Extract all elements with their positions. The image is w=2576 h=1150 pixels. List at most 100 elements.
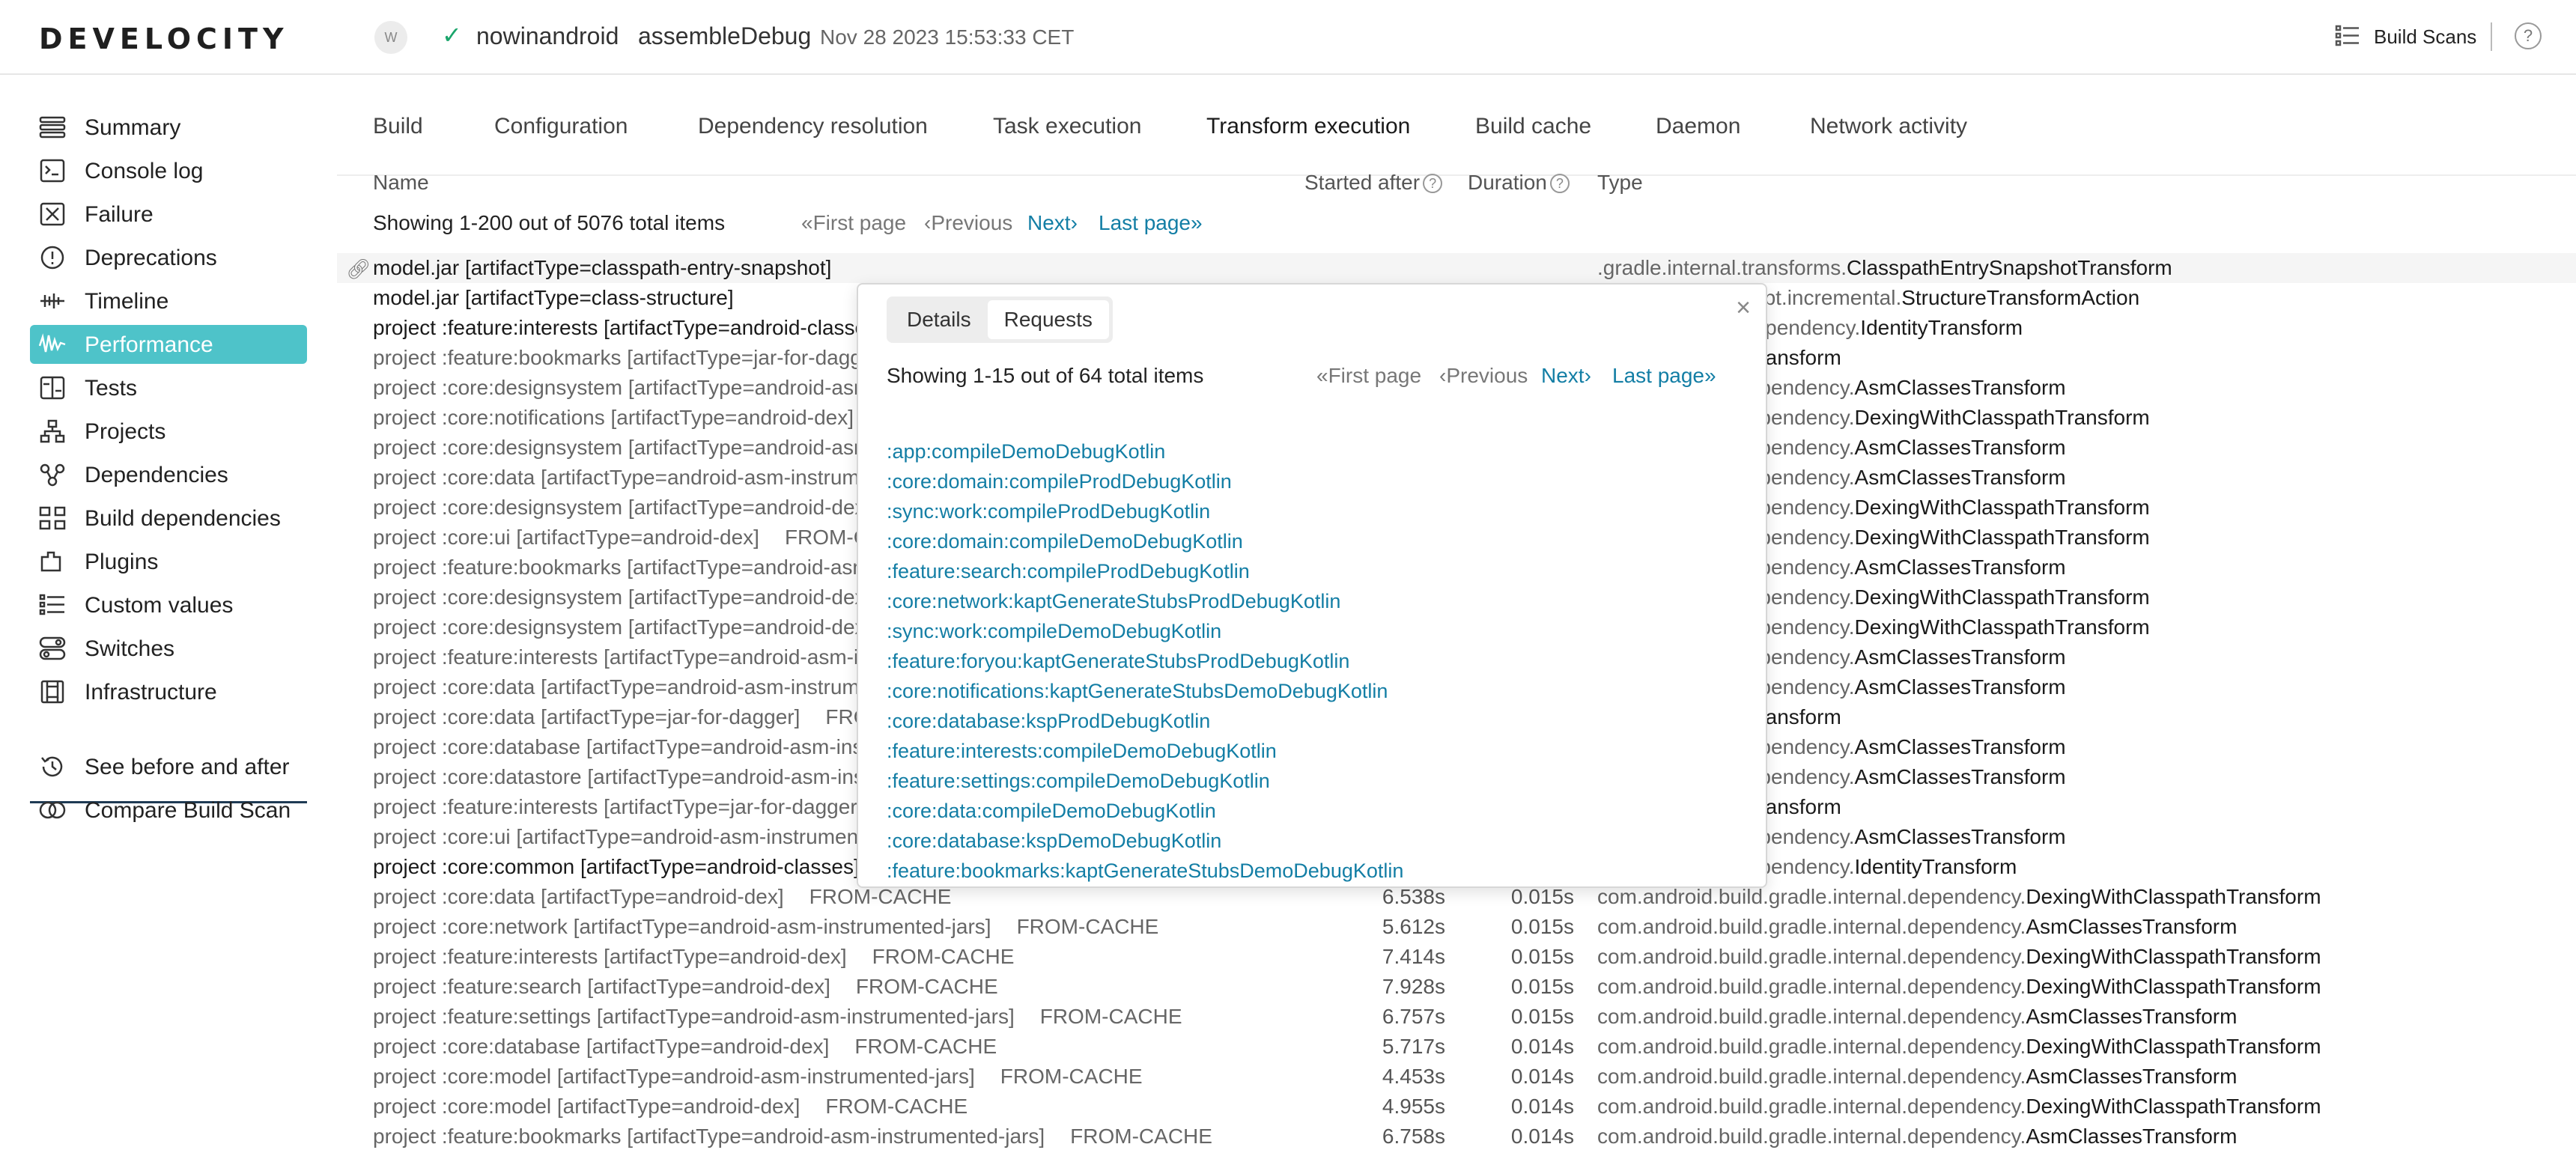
transform-name[interactable]: project :core:model [artifactType=androi… (373, 1095, 967, 1119)
compare-icon (39, 801, 66, 819)
transform-name[interactable]: project :core:designsystem [artifactType… (373, 615, 871, 639)
column-header-started-after[interactable]: Started after? (1304, 171, 1443, 195)
transform-name[interactable]: model.jar [artifactType=class-structure] (373, 286, 734, 310)
last-page-link[interactable]: Last page» (1099, 211, 1203, 235)
transform-name[interactable]: project :feature:bookmarks [artifactType… (373, 346, 887, 370)
transform-name[interactable]: project :core:notifications [artifactTyp… (373, 406, 854, 430)
sidebar-item-console-log[interactable]: Console log (30, 151, 307, 190)
sidebar-item-failure[interactable]: Failure (30, 195, 307, 234)
close-icon[interactable]: × (1736, 293, 1751, 323)
sidebar-item-label: Switches (85, 636, 175, 661)
transform-name[interactable]: project :feature:bookmarks [artifactType… (373, 1125, 1212, 1149)
tab-dependency-resolution[interactable]: Dependency resolution (698, 114, 928, 139)
tab-requests[interactable]: Requests (987, 300, 1109, 339)
table-row[interactable]: project :core:network [artifactType=andr… (337, 912, 2576, 942)
help-icon[interactable]: ? (2515, 22, 2542, 49)
transform-type-class: IdentityTransform (1860, 316, 2023, 339)
transform-name[interactable]: project :core:ui [artifactType=android-d… (373, 526, 927, 550)
sidebar-item-plugins[interactable]: Plugins (30, 542, 307, 581)
help-icon[interactable]: ? (1423, 174, 1443, 193)
transform-type-class: AsmClassesTransform (1854, 765, 2066, 788)
build-scans-list-icon[interactable] (2335, 24, 2360, 48)
table-row[interactable]: 🔗︎ model.jar [artifactType=classpath-entr… (337, 253, 2576, 283)
duration-value: 0.014s (1510, 1095, 1574, 1118)
request-task-link[interactable]: :feature:settings:compileDemoDebugKotlin (887, 770, 1270, 793)
tab-task-execution[interactable]: Task execution (993, 114, 1141, 139)
transform-name[interactable]: project :feature:interests [artifactType… (373, 795, 863, 819)
transform-name[interactable]: project :core:data [artifactType=android… (373, 885, 951, 909)
tab-transform-execution[interactable]: Transform execution (1206, 114, 1410, 139)
table-row[interactable]: project :feature:interests [artifactType… (337, 942, 2576, 972)
sidebar-item-build-dependencies[interactable]: Build dependencies (30, 499, 307, 538)
tab-build-cache[interactable]: Build cache (1475, 114, 1591, 139)
table-row[interactable]: project :core:database [artifactType=and… (337, 1032, 2576, 1062)
transform-type-class: DexingWithClasspathTransform (2026, 975, 2321, 998)
tab-daemon[interactable]: Daemon (1656, 114, 1740, 139)
sidebar-item-switches[interactable]: Switches (30, 629, 307, 668)
transform-name[interactable]: project :core:model [artifactType=androi… (373, 1065, 1143, 1089)
sidebar-item-timeline[interactable]: Timeline (30, 282, 307, 320)
column-header-type[interactable]: Type (1597, 171, 1643, 195)
tab-details[interactable]: Details (890, 300, 988, 339)
table-row[interactable]: project :feature:search [artifactType=an… (337, 972, 2576, 1002)
develocity-logo[interactable]: DEVELOCITY (39, 22, 289, 55)
transform-outcome: FROM-CACHE (855, 975, 998, 998)
column-header-name[interactable]: Name (373, 171, 429, 195)
build-scans-link[interactable]: Build Scans (2374, 25, 2476, 49)
request-task-link[interactable]: :feature:foryou:kaptGenerateStubsProdDeb… (887, 650, 1349, 673)
transform-name[interactable]: model.jar [artifactType=classpath-entry-… (373, 256, 831, 280)
sidebar-item-summary[interactable]: Summary (30, 108, 307, 147)
sidebar-item-custom-values[interactable]: Custom values (30, 585, 307, 624)
transform-outcome: FROM-CACHE (1039, 1005, 1182, 1028)
sidebar-item-performance[interactable]: Performance (30, 325, 307, 364)
sidebar-item-projects[interactable]: Projects (30, 412, 307, 451)
transform-name[interactable]: project :feature:search [artifactType=an… (373, 975, 998, 999)
table-row[interactable]: project :feature:bookmarks [artifactType… (337, 1122, 2576, 1150)
table-row[interactable]: project :core:model [artifactType=androi… (337, 1062, 2576, 1092)
next-page-link[interactable]: Next› (1027, 211, 1078, 235)
request-task-link[interactable]: :sync:work:compileDemoDebugKotlin (887, 620, 1221, 643)
popover-last-page-link[interactable]: Last page» (1612, 364, 1716, 388)
transform-name[interactable]: project :core:network [artifactType=andr… (373, 915, 1158, 939)
request-task-link[interactable]: :core:database:kspProdDebugKotlin (887, 710, 1210, 733)
request-task-link[interactable]: :sync:work:compileProdDebugKotlin (887, 500, 1210, 523)
sidebar-item-compare-build-scan[interactable]: Compare Build Scan (30, 791, 307, 830)
transform-name[interactable]: project :core:designsystem [artifactType… (373, 585, 871, 609)
request-task-link[interactable]: :app:compileDemoDebugKotlin (887, 440, 1165, 463)
request-task-link[interactable]: :feature:bookmarks:kaptGenerateStubsDemo… (887, 860, 1403, 883)
transform-name[interactable]: project :feature:interests [artifactType… (373, 945, 1014, 969)
transform-type-class: DexingWithClasspathTransform (2026, 945, 2321, 968)
request-task-link[interactable]: :core:notifications:kaptGenerateStubsDem… (887, 680, 1388, 703)
transform-name[interactable]: project :core:designsystem [artifactType… (373, 496, 871, 520)
sidebar-item-tests[interactable]: Tests (30, 368, 307, 407)
transform-name[interactable]: project :feature:interests [artifactType… (373, 316, 883, 340)
help-icon[interactable]: ? (1549, 174, 1570, 193)
dependencies-icon (40, 463, 65, 487)
sidebar-item-infrastructure[interactable]: Infrastructure (30, 672, 307, 711)
column-header-duration[interactable]: Duration? (1468, 171, 1570, 195)
table-row[interactable]: project :feature:settings [artifactType=… (337, 1002, 2576, 1032)
tab-build[interactable]: Build (373, 114, 423, 139)
transform-name[interactable]: project :core:common [artifactType=andro… (373, 855, 860, 879)
popover-next-page-link[interactable]: Next› (1541, 364, 1591, 388)
request-task-link[interactable]: :core:database:kspDemoDebugKotlin (887, 830, 1221, 853)
request-task-link[interactable]: :feature:interests:compileDemoDebugKotli… (887, 740, 1277, 763)
sidebar-item-dependencies[interactable]: Dependencies (30, 455, 307, 494)
table-row[interactable]: project :core:model [artifactType=androi… (337, 1092, 2576, 1122)
request-task-link[interactable]: :feature:search:compileProdDebugKotlin (887, 560, 1250, 583)
request-task-link[interactable]: :core:domain:compileDemoDebugKotlin (887, 530, 1243, 553)
request-task-link[interactable]: :core:network:kaptGenerateStubsProdDebug… (887, 590, 1340, 613)
link-icon[interactable]: 🔗︎ (346, 258, 371, 281)
transform-name[interactable]: project :core:ui [artifactType=android-a… (373, 825, 934, 849)
transform-name-text: project :core:model [artifactType=androi… (373, 1095, 801, 1118)
tab-configuration[interactable]: Configuration (494, 114, 628, 139)
started-after-value: 7.414s (1382, 945, 1445, 968)
request-task-link[interactable]: :core:domain:compileProdDebugKotlin (887, 470, 1232, 493)
sidebar-item-deprecations[interactable]: Deprecations (30, 238, 307, 277)
request-task-link[interactable]: :core:data:compileDemoDebugKotlin (887, 800, 1216, 823)
transform-name[interactable]: project :core:database [artifactType=and… (373, 1035, 997, 1059)
tab-network-activity[interactable]: Network activity (1810, 114, 1967, 139)
sidebar-item-see-before-and-after[interactable]: See before and after (30, 747, 307, 786)
transform-name[interactable]: project :feature:settings [artifactType=… (373, 1005, 1182, 1029)
avatar[interactable]: W (374, 21, 407, 54)
